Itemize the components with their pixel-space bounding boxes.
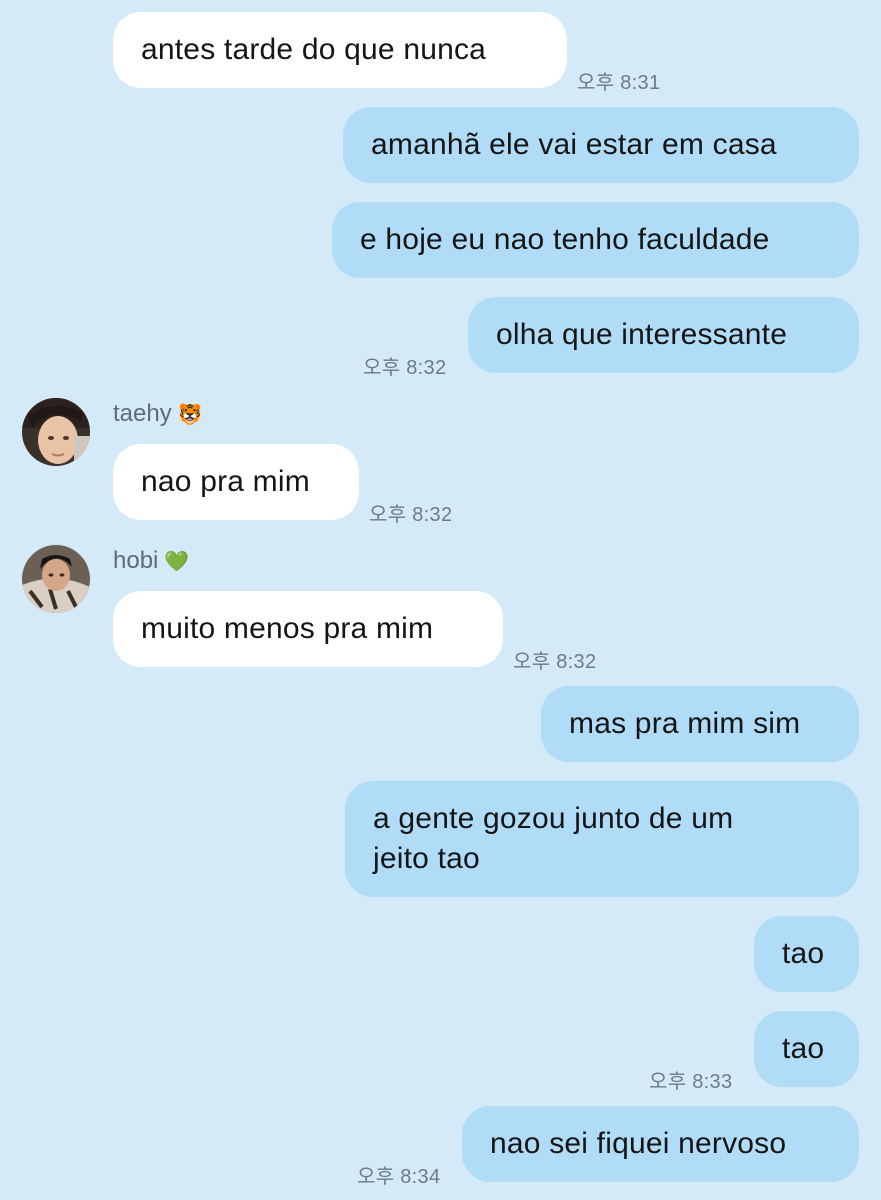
- message-text: muito menos pra mim: [141, 612, 434, 645]
- message-timestamp: 오후 8:32: [513, 651, 597, 673]
- message-text: nao sei fiquei nervoso: [490, 1127, 787, 1160]
- message-text: tao: [782, 937, 825, 970]
- message-timestamp: 오후 8:33: [649, 1071, 733, 1093]
- message-bubble-outgoing[interactable]: e hoje eu nao tenho faculdade: [332, 202, 859, 278]
- message-timestamp: 오후 8:31: [577, 72, 661, 94]
- green-heart-emoji-icon: 💚: [164, 549, 190, 573]
- tiger-emoji-icon: 🐯: [177, 402, 203, 426]
- profile-photo: [22, 398, 90, 466]
- message-timestamp: 오후 8:32: [363, 357, 447, 379]
- sender-name: hobi 💚: [113, 547, 189, 575]
- sender-name-text: hobi: [113, 547, 159, 574]
- message-bubble-outgoing[interactable]: nao sei fiquei nervoso: [462, 1106, 859, 1182]
- message-text-line: jeito tao: [373, 842, 480, 875]
- sender-name-text: taehy: [113, 400, 172, 427]
- avatar[interactable]: [22, 545, 90, 613]
- message-text-line: a gente gozou junto de um: [373, 802, 734, 835]
- message-text: nao pra mim: [141, 465, 310, 498]
- message-timestamp: 오후 8:34: [357, 1166, 441, 1188]
- message-text: tao: [782, 1032, 825, 1065]
- message-timestamp: 오후 8:32: [369, 504, 453, 526]
- message-text: antes tarde do que nunca: [141, 33, 487, 66]
- message-bubble-outgoing[interactable]: a gente gozou junto de um jeito tao: [345, 781, 859, 897]
- message-text: e hoje eu nao tenho faculdade: [360, 223, 770, 256]
- message-text: olha que interessante: [496, 318, 788, 351]
- message-bubble-outgoing[interactable]: olha que interessante: [468, 297, 859, 373]
- message-bubble-outgoing[interactable]: tao: [754, 1011, 859, 1087]
- message-bubble-incoming[interactable]: antes tarde do que nunca: [113, 12, 567, 88]
- message-bubble-incoming[interactable]: muito menos pra mim: [113, 591, 503, 667]
- message-bubble-outgoing[interactable]: amanhã ele vai estar em casa: [343, 107, 859, 183]
- message-text: mas pra mim sim: [569, 707, 801, 740]
- message-bubble-incoming[interactable]: nao pra mim: [113, 444, 359, 520]
- message-bubble-outgoing[interactable]: tao: [754, 916, 859, 992]
- message-text: amanhã ele vai estar em casa: [371, 128, 777, 161]
- profile-photo: [22, 545, 90, 613]
- sender-name: taehy 🐯: [113, 400, 203, 428]
- avatar[interactable]: [22, 398, 90, 466]
- message-bubble-outgoing[interactable]: mas pra mim sim: [541, 686, 859, 762]
